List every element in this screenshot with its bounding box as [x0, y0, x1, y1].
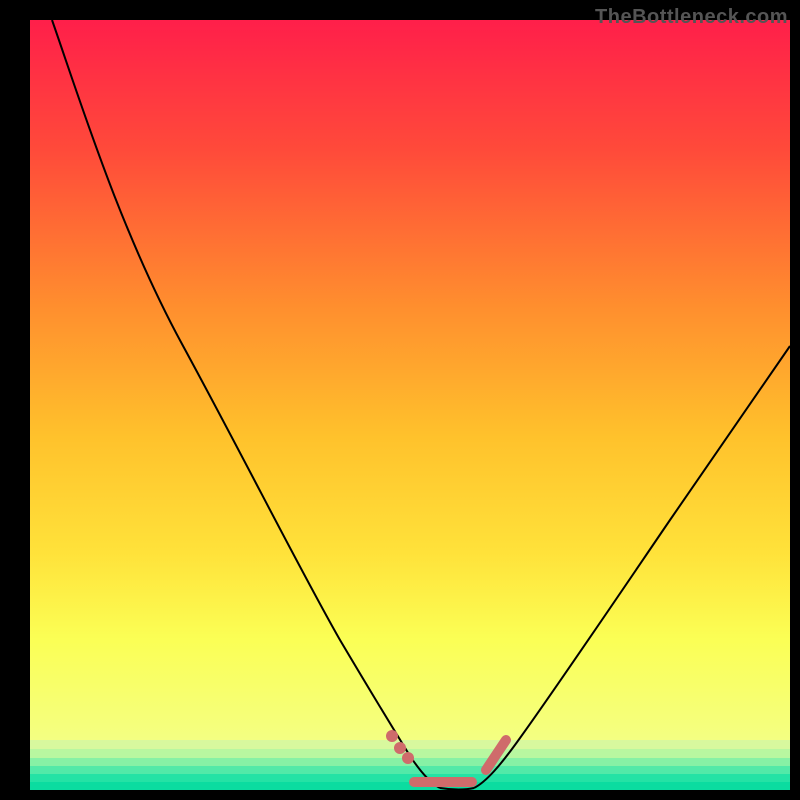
watermark: TheBottleneck.com — [595, 6, 788, 29]
marker-dot — [386, 730, 398, 742]
gradient-background — [30, 20, 790, 740]
marker-dot — [402, 752, 414, 764]
chart-stage: TheBottleneck.com — [0, 0, 800, 800]
marker-dot — [394, 742, 406, 754]
chart-svg — [0, 0, 800, 800]
band-0 — [30, 740, 790, 749]
band-3 — [30, 766, 790, 774]
